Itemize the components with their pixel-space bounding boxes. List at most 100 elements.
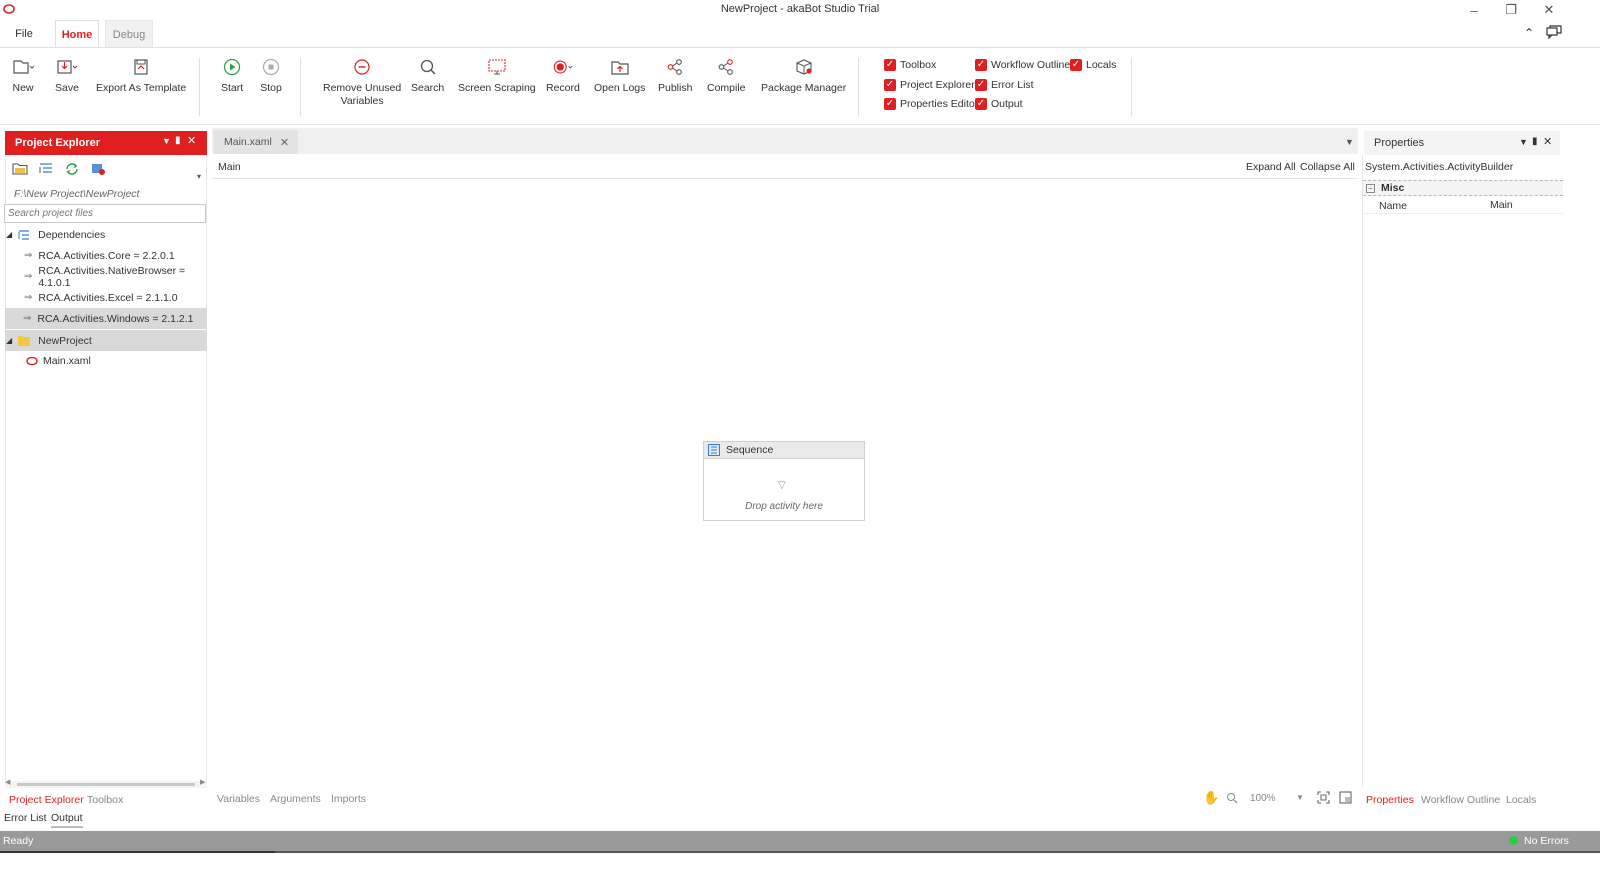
sequence-icon <box>708 444 720 456</box>
tab-properties[interactable]: Properties <box>1366 794 1414 806</box>
properties-editor-toggle[interactable]: ✓ Properties Editor <box>884 96 978 112</box>
tree-item-dependency[interactable]: ⇒ RCA.Activities.Excel = 2.1.1.0 <box>6 287 206 308</box>
locals-toggle-label: Locals <box>1086 59 1117 71</box>
export-template-button[interactable]: Export As Template <box>96 56 186 95</box>
dependency-label: RCA.Activities.Core = 2.2.0.1 <box>38 249 175 262</box>
search-button[interactable]: Search <box>411 56 444 95</box>
compile-icon <box>715 56 737 78</box>
pan-hand-icon[interactable]: ✋ <box>1203 790 1219 806</box>
document-tab-main[interactable]: Main.xaml ✕ <box>214 130 298 154</box>
fit-to-screen-icon[interactable] <box>1317 791 1330 804</box>
refresh-icon[interactable] <box>64 162 80 176</box>
close-panel-icon[interactable]: ✕ <box>187 134 196 147</box>
output-toggle[interactable]: ✓ Output <box>975 96 1023 112</box>
tab-file[interactable]: File <box>0 20 48 48</box>
zoom-dropdown-icon[interactable]: ▼ <box>1296 793 1304 802</box>
tree-node-project-folder[interactable]: ◢ NewProject <box>5 330 207 351</box>
project-explorer-toggle[interactable]: ✓ Project Explorer <box>884 77 975 93</box>
zoom-icon[interactable] <box>1226 792 1238 804</box>
open-folder-icon[interactable] <box>12 162 28 176</box>
pin-icon[interactable]: ▮ <box>175 135 181 146</box>
collapse-category-icon[interactable]: − <box>1366 183 1375 193</box>
expanded-triangle-icon[interactable]: ◢ <box>6 336 12 345</box>
tab-toolbox[interactable]: Toolbox <box>87 794 123 806</box>
tab-variables[interactable]: Variables <box>217 793 260 805</box>
tab-locals[interactable]: Locals <box>1506 794 1536 806</box>
scrollbar-thumb[interactable] <box>17 783 195 786</box>
stop-icon <box>260 56 282 78</box>
tab-debug[interactable]: Debug <box>105 20 153 48</box>
expanded-triangle-icon[interactable]: ◢ <box>6 230 12 239</box>
tab-list-dropdown-icon[interactable]: ▼ <box>1345 137 1354 147</box>
record-button[interactable]: Record <box>546 56 580 95</box>
tab-error-list[interactable]: Error List <box>4 812 47 824</box>
close-panel-icon[interactable]: ✕ <box>1543 135 1552 148</box>
save-button[interactable]: Save <box>55 56 79 95</box>
workflow-outline-toggle[interactable]: ✓ Workflow Outline <box>975 57 1070 73</box>
minimize-button[interactable]: – <box>1455 0 1493 20</box>
panel-menu-chevron-icon[interactable]: ▼ <box>1519 137 1528 147</box>
breadcrumb[interactable]: Main <box>218 161 241 173</box>
error-list-toggle-label: Error List <box>991 79 1034 91</box>
new-button[interactable]: New <box>12 56 34 95</box>
overview-map-icon[interactable] <box>1339 791 1352 804</box>
chat-icon[interactable] <box>1546 25 1562 39</box>
tree-item-dependency-selected[interactable]: ⇒ RCA.Activities.Windows = 2.1.2.1 <box>5 308 207 329</box>
stop-button[interactable]: Stop <box>260 56 282 95</box>
workflow-file-icon <box>26 356 38 365</box>
tab-project-explorer[interactable]: Project Explorer <box>9 794 84 806</box>
tree-node-dependencies[interactable]: ◢ Dependencies <box>6 224 206 245</box>
package-manager-button[interactable]: Package Manager <box>761 56 846 95</box>
search-project-input[interactable] <box>4 204 206 223</box>
property-row-name[interactable]: Name Main <box>1363 197 1563 214</box>
scroll-left-icon[interactable]: ◀ <box>5 778 10 786</box>
ribbon-separator <box>300 58 301 116</box>
tree-item-dependency[interactable]: ⇒ RCA.Activities.Core = 2.2.0.1 <box>6 245 206 266</box>
title-bar: NewProject - akaBot Studio Trial – ❐ ✕ <box>0 0 1600 20</box>
status-ok-dot-icon <box>1509 836 1518 845</box>
zoom-level[interactable]: 100% <box>1250 793 1276 804</box>
open-logs-button[interactable]: Open Logs <box>594 56 645 95</box>
restore-button[interactable]: ❐ <box>1492 0 1530 20</box>
tree-item-dependency[interactable]: ⇒ RCA.Activities.NativeBrowser = 4.1.0.1 <box>6 265 206 289</box>
sequence-header[interactable]: Sequence <box>704 442 864 459</box>
collapse-tree-icon[interactable] <box>38 162 54 176</box>
breadcrumb-bar: Main Expand All Collapse All <box>212 157 1358 179</box>
pin-icon[interactable]: ▮ <box>1532 136 1538 147</box>
package-icon: ⇒ <box>24 250 33 261</box>
tree-item-main-xaml[interactable]: Main.xaml <box>6 350 206 371</box>
start-label: Start <box>221 82 244 94</box>
collapse-all-link[interactable]: Collapse All <box>1300 161 1355 173</box>
panel-menu-chevron-icon[interactable]: ▼ <box>162 136 171 146</box>
tab-imports[interactable]: Imports <box>331 793 366 805</box>
tab-workflow-outline[interactable]: Workflow Outline <box>1421 794 1500 806</box>
tab-home[interactable]: Home <box>55 20 99 48</box>
sequence-activity[interactable]: Sequence ▽ Drop activity here <box>703 441 865 521</box>
close-tab-icon[interactable]: ✕ <box>280 136 289 149</box>
collapse-ribbon-icon[interactable]: ⌃ <box>1524 26 1534 40</box>
locals-toggle[interactable]: ✓ Locals <box>1070 57 1116 73</box>
compile-button[interactable]: Compile <box>707 56 746 95</box>
publish-button[interactable]: Publish <box>658 56 692 95</box>
error-status[interactable]: No Errors <box>1524 835 1569 847</box>
settings-project-icon[interactable] <box>90 162 106 176</box>
tab-arguments[interactable]: Arguments <box>270 793 321 805</box>
toolbar-overflow-icon[interactable]: ▾ <box>197 172 201 181</box>
expand-all-link[interactable]: Expand All <box>1246 161 1296 173</box>
scroll-right-icon[interactable]: ▶ <box>200 778 205 786</box>
package-manager-icon <box>793 56 815 78</box>
property-category-misc[interactable]: − Misc <box>1363 180 1563 196</box>
document-tab-bar <box>212 128 1358 154</box>
open-logs-label: Open Logs <box>594 82 646 94</box>
horizontal-scrollbar[interactable]: ◀ ▶ <box>5 778 207 788</box>
property-name-value[interactable]: Main <box>1490 199 1513 211</box>
document-tab-label: Main.xaml <box>224 136 272 148</box>
remove-unused-variables-button[interactable]: Remove Unused Variables <box>323 56 401 108</box>
toolbox-toggle[interactable]: ✓ Toolbox <box>884 57 936 73</box>
start-button[interactable]: Start <box>221 56 243 95</box>
error-list-toggle[interactable]: ✓ Error List <box>975 77 1034 93</box>
screen-scraping-button[interactable]: Screen Scraping <box>458 56 536 95</box>
close-window-button[interactable]: ✕ <box>1530 0 1568 20</box>
checkbox-checked-icon: ✓ <box>975 79 987 91</box>
tab-output[interactable]: Output <box>51 812 83 828</box>
